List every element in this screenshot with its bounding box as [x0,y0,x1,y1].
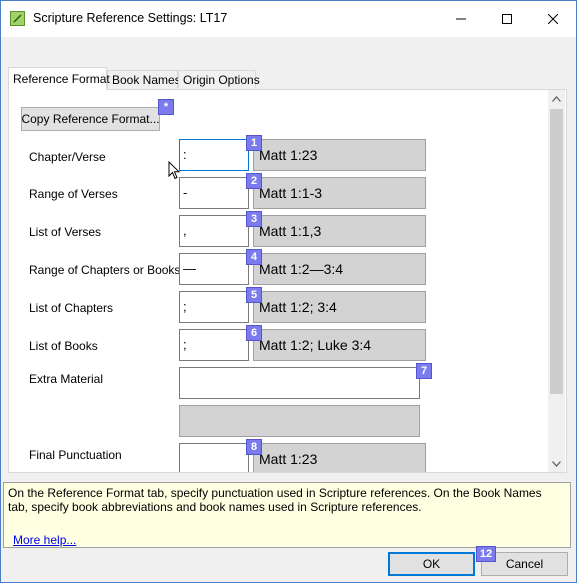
range-of-verses-preview: Matt 1:1-3 [253,177,426,209]
list-of-verses-label: List of Verses [29,225,102,239]
list-of-chapters-preview: Matt 1:2; 3:4 [253,291,426,323]
range-of-chapters-label: Range of Chapters or Books [29,263,181,277]
range-of-chapters-input[interactable]: — [179,253,249,285]
window-title: Scripture Reference Settings: LT17 [33,11,228,25]
range-of-verses-input[interactable]: - [179,177,249,209]
final-punctuation-label: Final Punctuation [29,448,122,462]
badge-copy: * [158,99,174,115]
tab-book-names[interactable]: Book Names [107,70,181,88]
close-icon [548,14,558,24]
document-pen-icon [10,11,25,26]
badge-8: 8 [246,439,262,455]
badge-7: 7 [416,363,432,379]
ok-button[interactable]: OK [388,552,475,576]
final-punctuation-preview: Matt 1:23 [253,443,426,472]
list-of-books-input[interactable]: ; [179,329,249,361]
mouse-pointer-icon [168,161,180,180]
range-of-verses-label: Range of Verses [29,187,118,201]
range-of-chapters-preview: Matt 1:2—3:4 [253,253,426,285]
maximize-icon [502,14,512,24]
chapter-verse-input[interactable]: : [179,139,249,171]
minimize-icon [456,18,466,20]
badge-12: 12 [476,546,496,562]
help-text: On the Reference Format tab, specify pun… [8,486,542,514]
tab-origin-options[interactable]: Origin Options [178,70,260,88]
chapter-verse-label: Chapter/Verse [29,150,106,164]
maximize-button[interactable] [484,1,530,37]
scroll-thumb[interactable] [550,109,563,394]
help-panel: On the Reference Format tab, specify pun… [3,482,571,548]
badge-3: 3 [246,211,262,227]
list-of-chapters-label: List of Chapters [29,301,114,315]
extra-material-label: Extra Material [29,372,104,386]
list-of-verses-input[interactable]: , [179,215,249,247]
tab-reference-format[interactable]: Reference Format [8,67,110,90]
list-of-verses-preview: Matt 1:1,3 [253,215,426,247]
extra-material-preview [179,405,420,437]
badge-1: 1 [246,135,262,151]
badge-4: 4 [246,249,262,265]
title-bar: Scripture Reference Settings: LT17 [1,1,576,37]
badge-2: 2 [246,173,262,189]
minimize-button[interactable] [438,1,484,37]
reference-format-panel: Copy Reference Format... * Chapter/Verse… [8,89,567,473]
dialog-window: Scripture Reference Settings: LT17 Refer… [0,0,577,583]
more-help-link[interactable]: More help... [13,533,76,547]
extra-material-input[interactable] [179,367,420,399]
chapter-verse-preview: Matt 1:23 [253,139,426,171]
vertical-scrollbar[interactable] [548,90,565,472]
chevron-down-icon [552,460,561,467]
final-punctuation-input[interactable] [179,443,249,472]
chevron-up-icon [552,95,561,102]
list-of-books-preview: Matt 1:2; Luke 3:4 [253,329,426,361]
close-button[interactable] [530,1,576,37]
scroll-down-button[interactable] [548,455,565,472]
badge-5: 5 [246,287,262,303]
copy-reference-format-button[interactable]: Copy Reference Format... [21,107,160,131]
scroll-up-button[interactable] [548,90,565,107]
list-of-books-label: List of Books [29,339,98,353]
list-of-chapters-input[interactable]: ; [179,291,249,323]
badge-6: 6 [246,325,262,341]
dialog-client: Reference Format Book Names Origin Optio… [1,37,576,582]
